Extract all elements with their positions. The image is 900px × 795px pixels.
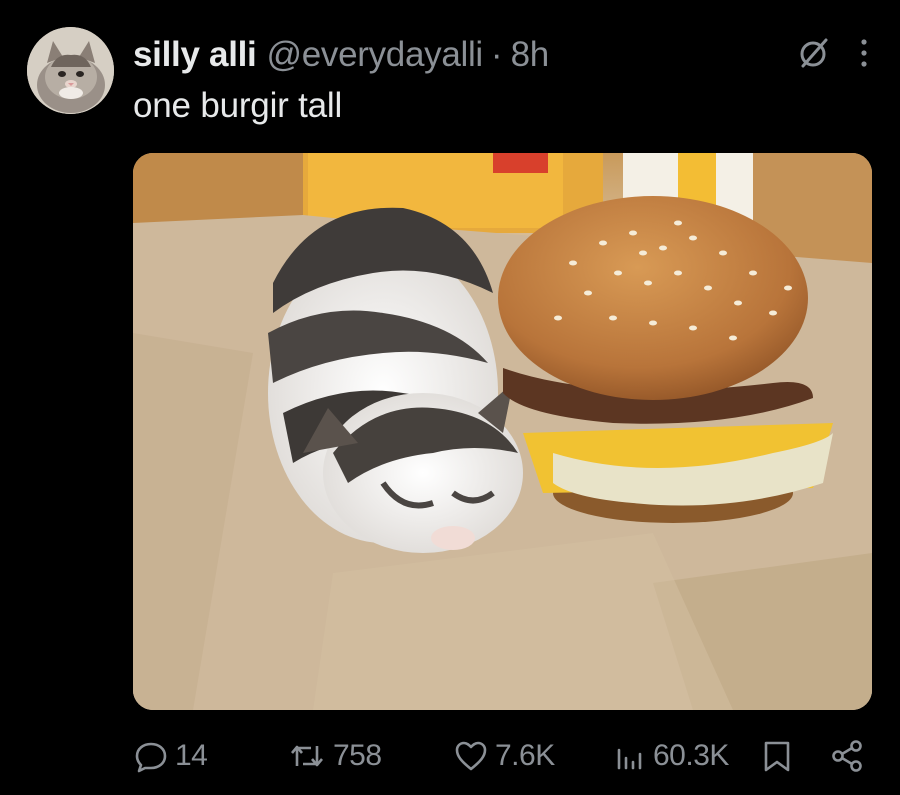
repost-button[interactable]: 758: [287, 728, 382, 784]
heart-icon: [455, 741, 487, 771]
views-button[interactable]: 60.3K: [611, 728, 729, 784]
tweet[interactable]: silly alli @everydayalli · 8h one burgir…: [0, 0, 900, 795]
reply-icon: [135, 742, 167, 773]
share-button[interactable]: [829, 728, 865, 784]
like-button[interactable]: 7.6K: [453, 728, 555, 784]
tweet-header: silly alli @everydayalli · 8h: [133, 30, 870, 80]
bookmark-button[interactable]: [761, 728, 793, 784]
author-handle[interactable]: @everydayalli: [266, 35, 483, 75]
avatar[interactable]: [27, 27, 114, 114]
kitten-avatar-icon: [27, 27, 114, 114]
share-icon: [832, 740, 862, 772]
bookmark-icon: [764, 741, 790, 772]
grok-icon[interactable]: [796, 35, 832, 76]
separator-dot: ·: [490, 35, 503, 74]
timestamp[interactable]: 8h: [511, 35, 550, 75]
view-count: 60.3K: [653, 739, 729, 772]
kitten-next-to-burger-photo-icon: [133, 153, 872, 710]
like-count: 7.6K: [495, 739, 555, 772]
tweet-media[interactable]: [133, 153, 872, 710]
views-icon: [617, 748, 642, 770]
header-icons: [796, 30, 870, 80]
tweet-text: one burgir tall: [133, 86, 343, 125]
more-options-icon[interactable]: [858, 35, 870, 76]
reply-button[interactable]: 14: [133, 728, 208, 784]
repost-count: 758: [333, 739, 382, 772]
author-display-name[interactable]: silly alli: [133, 35, 257, 75]
reply-count: 14: [175, 739, 208, 772]
action-bar: 14 758 7.6K 60.3K: [133, 728, 872, 784]
repost-icon: [291, 745, 323, 767]
